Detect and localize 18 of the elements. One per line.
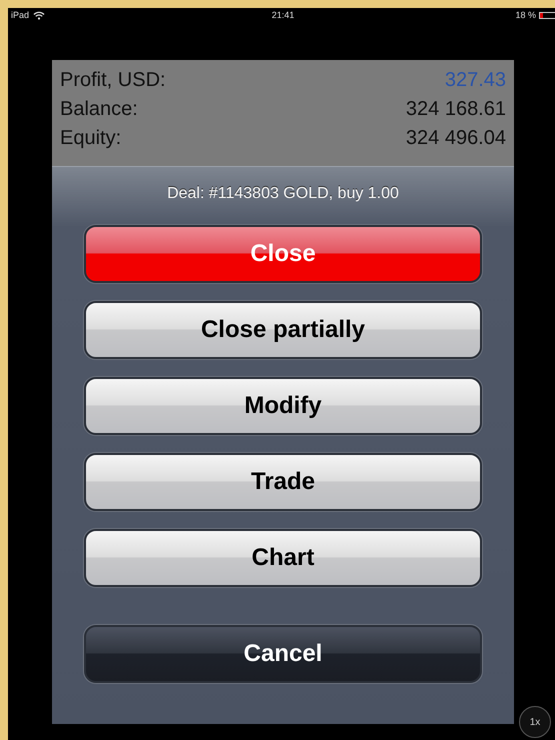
account-value: 324 496.04	[406, 127, 506, 150]
clock: 21:41	[272, 10, 294, 20]
battery-percent: 18 %	[515, 10, 536, 20]
account-label: Profit, USD:	[60, 69, 166, 92]
action-button[interactable]: Chart	[84, 529, 482, 587]
action-button[interactable]: Close	[84, 225, 482, 283]
wifi-icon	[33, 10, 46, 20]
device-name: iPad	[11, 10, 30, 20]
battery-icon	[539, 12, 555, 18]
action-button[interactable]: Close partially	[84, 301, 482, 359]
account-value: 327.43	[444, 69, 506, 92]
action-button[interactable]: Cancel	[84, 625, 482, 683]
action-button[interactable]: Trade	[84, 453, 482, 511]
account-label: Equity:	[60, 127, 122, 150]
action-button[interactable]: Modify	[84, 377, 482, 435]
sheet-title: Deal: #1143803 GOLD, buy 1.00	[167, 185, 399, 203]
account-value: 324 168.61	[406, 98, 506, 121]
account-label: Balance:	[60, 98, 138, 121]
